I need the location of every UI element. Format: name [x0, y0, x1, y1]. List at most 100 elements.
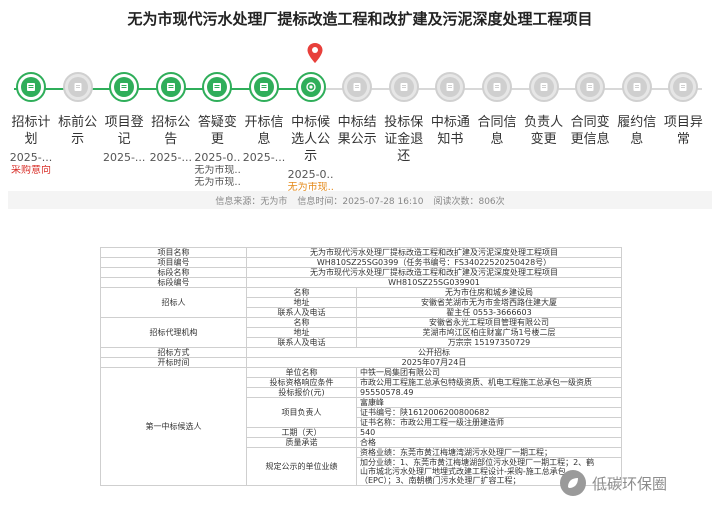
table-value: 540: [356, 427, 622, 438]
table-subkey: 质量承诺: [246, 437, 357, 448]
table-value: 中铁一局集团有限公司: [356, 367, 622, 378]
table-row: 招标人 名称 无为市住房和城乡建设局: [100, 287, 622, 318]
process-step[interactable]: 中标通知书: [427, 72, 473, 148]
step-current-icon: [295, 72, 326, 102]
table-value: 95550578.49: [356, 387, 622, 398]
step-label: 中标结果公示: [337, 115, 377, 147]
step-label: 中标通知书: [430, 115, 470, 147]
table-subkey: 联系人及电话: [246, 307, 357, 318]
process-step[interactable]: 招标公告 2025-...: [148, 72, 194, 165]
announcement-table: 项目名称 无为市现代污水处理厂提标改造工程和改扩建及污泥深度处理工程项目 项目编…: [100, 247, 622, 486]
process-step[interactable]: 答疑变更 2025-0... 无为市现... 无为市现...: [194, 72, 240, 189]
step-pending-icon: [528, 72, 559, 102]
table-row: 开标时间 2025年07月24日: [100, 357, 622, 368]
step-pending-icon: [342, 72, 373, 102]
table-value: 合格: [356, 437, 622, 448]
table-subkey: 项目负责人: [246, 397, 357, 428]
table-value: 翟主任 0553-3666603: [356, 307, 622, 318]
table-value: 公开招标: [246, 347, 622, 358]
table-key: 第一中标候选人: [100, 367, 247, 486]
table-value: 安徽省永光工程项目管理有限公司: [356, 317, 622, 328]
table-key: 项目名称: [100, 247, 247, 258]
table-subkey: 单位名称: [246, 367, 357, 378]
process-step[interactable]: 负责人变更: [521, 72, 567, 148]
table-row: 项目名称 无为市现代污水处理厂提标改造工程和改扩建及污泥深度处理工程项目: [100, 247, 622, 258]
step-label: 中标候选人公示: [291, 115, 331, 164]
step-label: 招标公告: [151, 115, 191, 147]
table-key: 标段名称: [100, 267, 247, 278]
step-done-icon: [202, 72, 233, 102]
step-subtext: 无为市现...: [194, 165, 241, 176]
table-subkey: 地址: [246, 297, 357, 308]
step-label: 投标保证金退还: [384, 115, 424, 164]
process-step[interactable]: 投标保证金退还: [381, 72, 427, 165]
step-date: 2025-...: [149, 151, 193, 164]
info-time: 信息时间：2025-07-28 16:10: [297, 196, 424, 207]
step-label: 履约信息: [617, 115, 657, 147]
step-label: 答疑变更: [197, 115, 237, 147]
table-subkey: 规定公示的单位业绩: [246, 447, 357, 486]
table-key: 招标人: [100, 287, 247, 318]
step-done-icon: [155, 72, 186, 102]
table-value: WH810SZ25SG039901: [246, 277, 622, 288]
step-pending-icon: [388, 72, 419, 102]
process-step[interactable]: 合同变更信息: [567, 72, 613, 148]
step-pending-icon: [575, 72, 606, 102]
step-label: 负责人变更: [524, 115, 564, 147]
table-value: 资格业绩：东莞市黄江梅塘湾湖污水处理厂一期工程；: [356, 447, 622, 458]
step-date: 2025-0...: [194, 151, 241, 164]
process-step[interactable]: 招标计划 2025-... 采购意向: [8, 72, 54, 177]
step-done-icon: [109, 72, 140, 102]
table-key: 招标方式: [100, 347, 247, 358]
step-subtext: 采购意向: [11, 165, 51, 176]
table-value: 芜湖市鸠江区柏庄财富广场1号楼二层: [356, 327, 622, 338]
table-row: 第一中标候选人 单位名称 中铁一局集团有限公司: [100, 367, 622, 486]
table-value: 无为市现代污水处理厂提标改造工程和改扩建及污泥深度处理工程项目: [246, 247, 622, 258]
step-pending-icon: [62, 72, 93, 102]
step-done-icon: [249, 72, 279, 102]
process-step[interactable]: 标前公示: [55, 72, 101, 148]
table-subkey: 地址: [246, 327, 357, 338]
step-label: 开标信息: [244, 115, 284, 147]
watermark-text: 低碳环保圈: [592, 474, 668, 493]
step-date: 2025-...: [9, 151, 53, 164]
step-pending-icon: [668, 72, 699, 102]
table-subkey: 名称: [246, 287, 357, 298]
info-source: 信息来源：无为市: [215, 196, 288, 207]
table-row: 标段名称 无为市现代污水处理厂提标改造工程和改扩建及污泥深度处理工程项目: [100, 267, 622, 278]
process-steps: 招标计划 2025-... 采购意向 标前公示 项目登记 2025-... 招标公告 2025…: [0, 72, 720, 193]
process-step[interactable]: 项目登记 2025-...: [101, 72, 147, 165]
table-row: 招标代理机构 名称 安徽省永光工程项目管理有限公司: [100, 317, 622, 348]
step-label: 项目异常: [663, 115, 703, 147]
table-value: 无为市住房和城乡建设局: [356, 287, 622, 298]
process-step[interactable]: 开标信息 2025-...: [241, 72, 287, 165]
watermark: 低碳环保圈: [560, 470, 667, 496]
table-key: 项目编号: [100, 257, 247, 268]
table-value: 万宗宗 15197350729: [356, 337, 622, 348]
process-step[interactable]: 履约信息: [614, 72, 660, 148]
table-key: 招标代理机构: [100, 317, 247, 348]
process-step[interactable]: 中标候选人公示 2025-0... 无为市现...: [288, 72, 334, 194]
table-value: 2025年07月24日: [246, 357, 622, 368]
process-step[interactable]: 项目异常: [660, 72, 706, 148]
process-step[interactable]: 合同信息: [474, 72, 520, 148]
perf-line: （EPC）；3、南朝横门污水处理厂扩容工程；: [360, 476, 521, 485]
step-pending-icon: [482, 72, 512, 102]
table-row: 项目编号 WH810SZ25SG0399（任务书编号：FS34022520250…: [100, 257, 622, 268]
table-value: 证书名称：市政公用工程一级注册建造师: [356, 417, 622, 428]
table-key: 开标时间: [100, 357, 247, 368]
perf-line: 山市城北污水处理厂地埋式改建工程设计-采购-施工总承包: [360, 467, 566, 476]
step-date: 2025-...: [242, 151, 286, 164]
step-pending-icon: [435, 72, 466, 102]
table-value: 证书编号：陕1612006200800682: [356, 407, 622, 418]
table-value: 安徽省芜湖市无为市金塔西路住建大厦: [356, 297, 622, 308]
watermark-logo-icon: [560, 470, 586, 496]
process-step[interactable]: 中标结果公示: [334, 72, 380, 148]
location-pin-icon: [307, 43, 323, 63]
table-value: 无为市现代污水处理厂提标改造工程和改扩建及污泥深度处理工程项目: [246, 267, 622, 278]
table-row: 招标方式 公开招标: [100, 347, 622, 358]
step-pending-icon: [621, 72, 652, 102]
table-subkey: 联系人及电话: [246, 337, 357, 348]
step-label: 项目登记: [104, 115, 144, 147]
table-subkey: 名称: [246, 317, 357, 328]
